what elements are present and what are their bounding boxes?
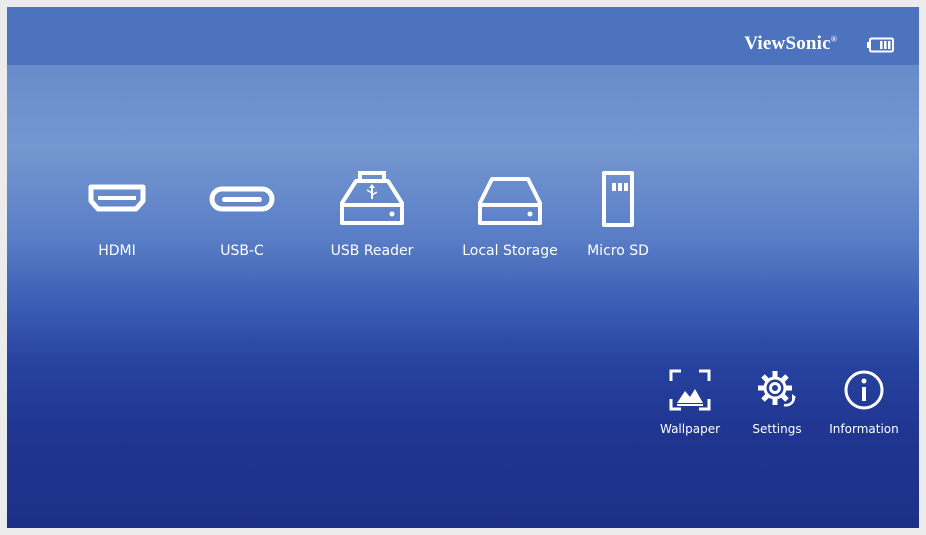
settings-gear-icon — [758, 371, 796, 407]
settings-button[interactable]: Settings — [735, 367, 819, 447]
source-label-local-storage: Local Storage — [462, 243, 558, 259]
source-label-usb-reader: USB Reader — [330, 243, 414, 259]
info-icon — [844, 370, 884, 410]
information-label: Information — [829, 422, 899, 436]
wallpaper-button[interactable]: Wallpaper — [648, 367, 732, 447]
settings-label: Settings — [752, 422, 802, 436]
source-label-micro-sd: Micro SD — [587, 243, 649, 259]
source-label-usb-c: USB-C — [220, 243, 264, 259]
source-label-hdmi: HDMI — [98, 243, 136, 259]
source-hdmi[interactable]: HDMI — [57, 167, 177, 267]
micro-sd-icon — [602, 171, 634, 227]
usb-reader-icon — [340, 171, 404, 225]
brand-registered-mark: ® — [830, 34, 837, 44]
battery-icon — [867, 37, 894, 53]
source-local-storage[interactable]: Local Storage — [450, 167, 570, 267]
wallpaper-icon — [669, 369, 711, 411]
information-button[interactable]: Information — [822, 367, 906, 447]
source-usb-reader[interactable]: USB Reader — [312, 167, 432, 267]
source-usb-c[interactable]: USB-C — [182, 167, 302, 267]
local-storage-icon — [478, 177, 542, 225]
brand-name: ViewSonic — [744, 33, 831, 54]
top-bar: ViewSonic® — [7, 7, 919, 65]
wallpaper-label: Wallpaper — [659, 422, 721, 436]
brand-logo: ViewSonic® — [744, 33, 837, 55]
hdmi-icon — [88, 184, 146, 212]
source-micro-sd[interactable]: Micro SD — [558, 167, 678, 267]
home-screen: ViewSonic® HDMI USB-C USB Reader Local S… — [7, 7, 919, 528]
usb-c-icon — [209, 186, 275, 212]
